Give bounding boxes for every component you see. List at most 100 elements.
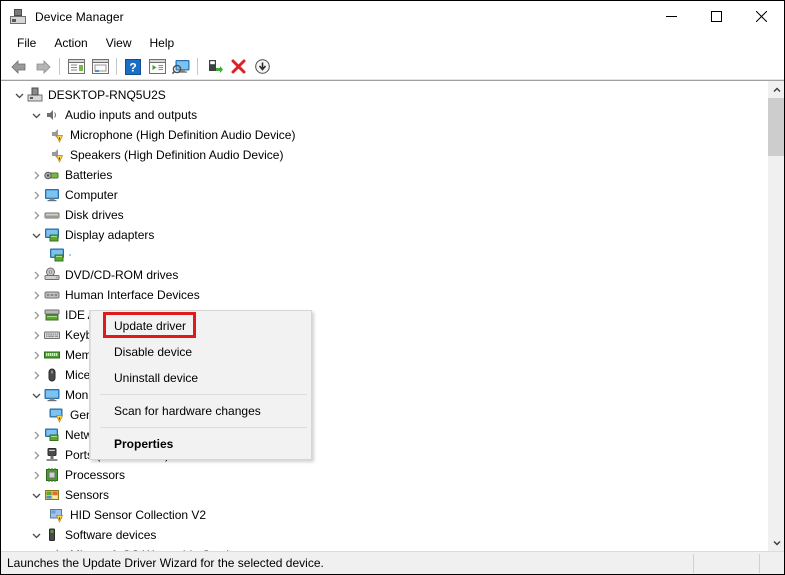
tree-row-computer[interactable]: Computer [1,185,767,205]
context-menu-separator-2 [100,427,307,428]
processor-icon [44,467,60,483]
menu-bar: File Action View Help [1,32,784,54]
tree-row-label: Sensors [65,488,110,502]
chevron-right-icon[interactable] [28,447,44,463]
chevron-right-icon[interactable] [28,327,44,343]
tree-row-label: Speakers (High Definition Audio Device) [70,148,284,162]
tree-body: DESKTOP-RNQ5U2S Audio inputs and outputs… [1,80,784,551]
update-driver-button[interactable] [202,56,226,78]
tree-row-dvd-cd-rom-drives[interactable]: DVD/CD-ROM drives [1,265,767,285]
tree-row-label: Batteries [65,168,113,182]
tree-row-desktop[interactable]: DESKTOP-RNQ5U2S [1,85,767,105]
chevron-right-icon[interactable] [28,167,44,183]
tree-row-processors[interactable]: Processors [1,465,767,485]
tree-row-label: Display adapters [65,228,155,242]
audio-device-warning-icon [49,147,65,163]
toolbar-separator-1 [59,58,60,75]
context-menu[interactable]: Update driver Disable device Uninstall d… [89,310,312,460]
mouse-icon [44,367,60,383]
device-tree[interactable]: DESKTOP-RNQ5U2S Audio inputs and outputs… [1,81,767,551]
minimize-button[interactable] [649,1,694,32]
chevron-right-icon[interactable] [28,267,44,283]
context-menu-label: Properties [114,437,174,451]
tree-row-label: Human Interface Devices [65,288,200,302]
tree-row-microphone[interactable]: Microphone (High Definition Audio Device… [1,125,767,145]
chevron-down-icon[interactable] [28,387,44,403]
chevron-right-icon[interactable] [28,307,44,323]
keyboard-icon [44,327,60,343]
dvd-drive-icon [44,267,60,283]
tree-row-batteries[interactable]: Batteries [1,165,767,185]
chevron-down-icon[interactable] [28,487,44,503]
context-menu-item-uninstall-device[interactable]: Uninstall device [90,365,311,391]
title-bar: Device Manager [1,1,784,32]
sensor-warning-icon [49,507,65,523]
device-manager-icon [10,8,26,25]
chevron-right-icon[interactable] [28,187,44,203]
chevron-right-icon[interactable] [28,287,44,303]
tree-row-label: HID Sensor Collection V2 [70,508,207,522]
tree-row-disk-drives[interactable]: Disk drives [1,205,767,225]
tree-row-display-adapter-device[interactable] [1,245,767,265]
software-device-icon [44,527,60,543]
tree-row-display-adapters[interactable]: Display adapters [1,225,767,245]
chevron-right-icon[interactable] [28,367,44,383]
tree-row-audio-inputs-and-outputs[interactable]: Audio inputs and outputs [1,105,767,125]
monitor-scan-button[interactable] [169,56,193,78]
toolbar-separator-3 [197,58,198,75]
context-menu-item-scan-for-hardware-changes[interactable]: Scan for hardware changes [90,398,311,424]
chevron-right-icon[interactable] [28,427,44,443]
disable-device-button[interactable] [250,56,274,78]
chevron-right-icon[interactable] [28,467,44,483]
tree-row-hid-sensor-collection-v2[interactable]: HID Sensor Collection V2 [1,505,767,525]
context-menu-label: Uninstall device [114,371,199,385]
tree-row-speakers[interactable]: Speakers (High Definition Audio Device) [1,145,767,165]
context-menu-item-disable-device[interactable]: Disable device [90,339,311,365]
chevron-down-icon[interactable] [28,527,44,543]
tree-row-software-devices[interactable]: Software devices [1,525,767,545]
port-icon [44,447,60,463]
chevron-down-icon[interactable] [11,87,27,103]
context-menu-label: Scan for hardware changes [114,404,261,418]
audio-icon [44,107,60,123]
menu-file[interactable]: File [8,34,45,52]
vertical-scrollbar[interactable] [767,81,784,551]
tree-row-label: Microphone (High Definition Audio Device… [70,128,296,142]
scroll-up-icon[interactable] [768,81,784,98]
tree-row-label: Audio inputs and outputs [65,108,198,122]
scroll-down-icon[interactable] [768,534,784,551]
properties-window-button[interactable] [88,56,112,78]
ide-controller-icon [44,307,60,323]
context-menu-item-update-driver[interactable]: Update driver [90,313,311,339]
chevron-down-icon[interactable] [28,227,44,243]
menu-help[interactable]: Help [141,34,184,52]
details-pane-button[interactable] [145,56,169,78]
context-menu-label: Update driver [114,319,187,333]
chevron-right-icon[interactable] [28,207,44,223]
tree-row-label: Processors [65,468,126,482]
back-button[interactable] [7,56,31,78]
menu-action[interactable]: Action [45,34,96,52]
tree-row-sensors[interactable]: Sensors [1,485,767,505]
toolbar-separator-2 [116,58,117,75]
menu-view[interactable]: View [97,34,141,52]
tree-row-label: DVD/CD-ROM drives [65,268,179,282]
console-tree-button[interactable] [64,56,88,78]
maximize-button[interactable] [694,1,739,32]
uninstall-device-button[interactable] [226,56,250,78]
tree-row-label: Software devices [65,528,157,542]
context-menu-item-properties[interactable]: Properties [90,431,311,457]
display-adapter-device-icon [49,247,65,263]
close-button[interactable] [739,1,784,32]
audio-device-warning-icon [49,127,65,143]
tree-row-human-interface-devices[interactable]: Human Interface Devices [1,285,767,305]
monitor-icon [44,387,60,403]
chevron-down-icon[interactable] [28,107,44,123]
help-button[interactable]: ? [121,56,145,78]
monitor-warning-icon [49,407,65,423]
context-menu-label: Disable device [114,345,193,359]
forward-button[interactable] [31,56,55,78]
tree-row-label: DESKTOP-RNQ5U2S [48,88,166,102]
scrollbar-thumb[interactable] [768,98,784,156]
chevron-right-icon[interactable] [28,347,44,363]
